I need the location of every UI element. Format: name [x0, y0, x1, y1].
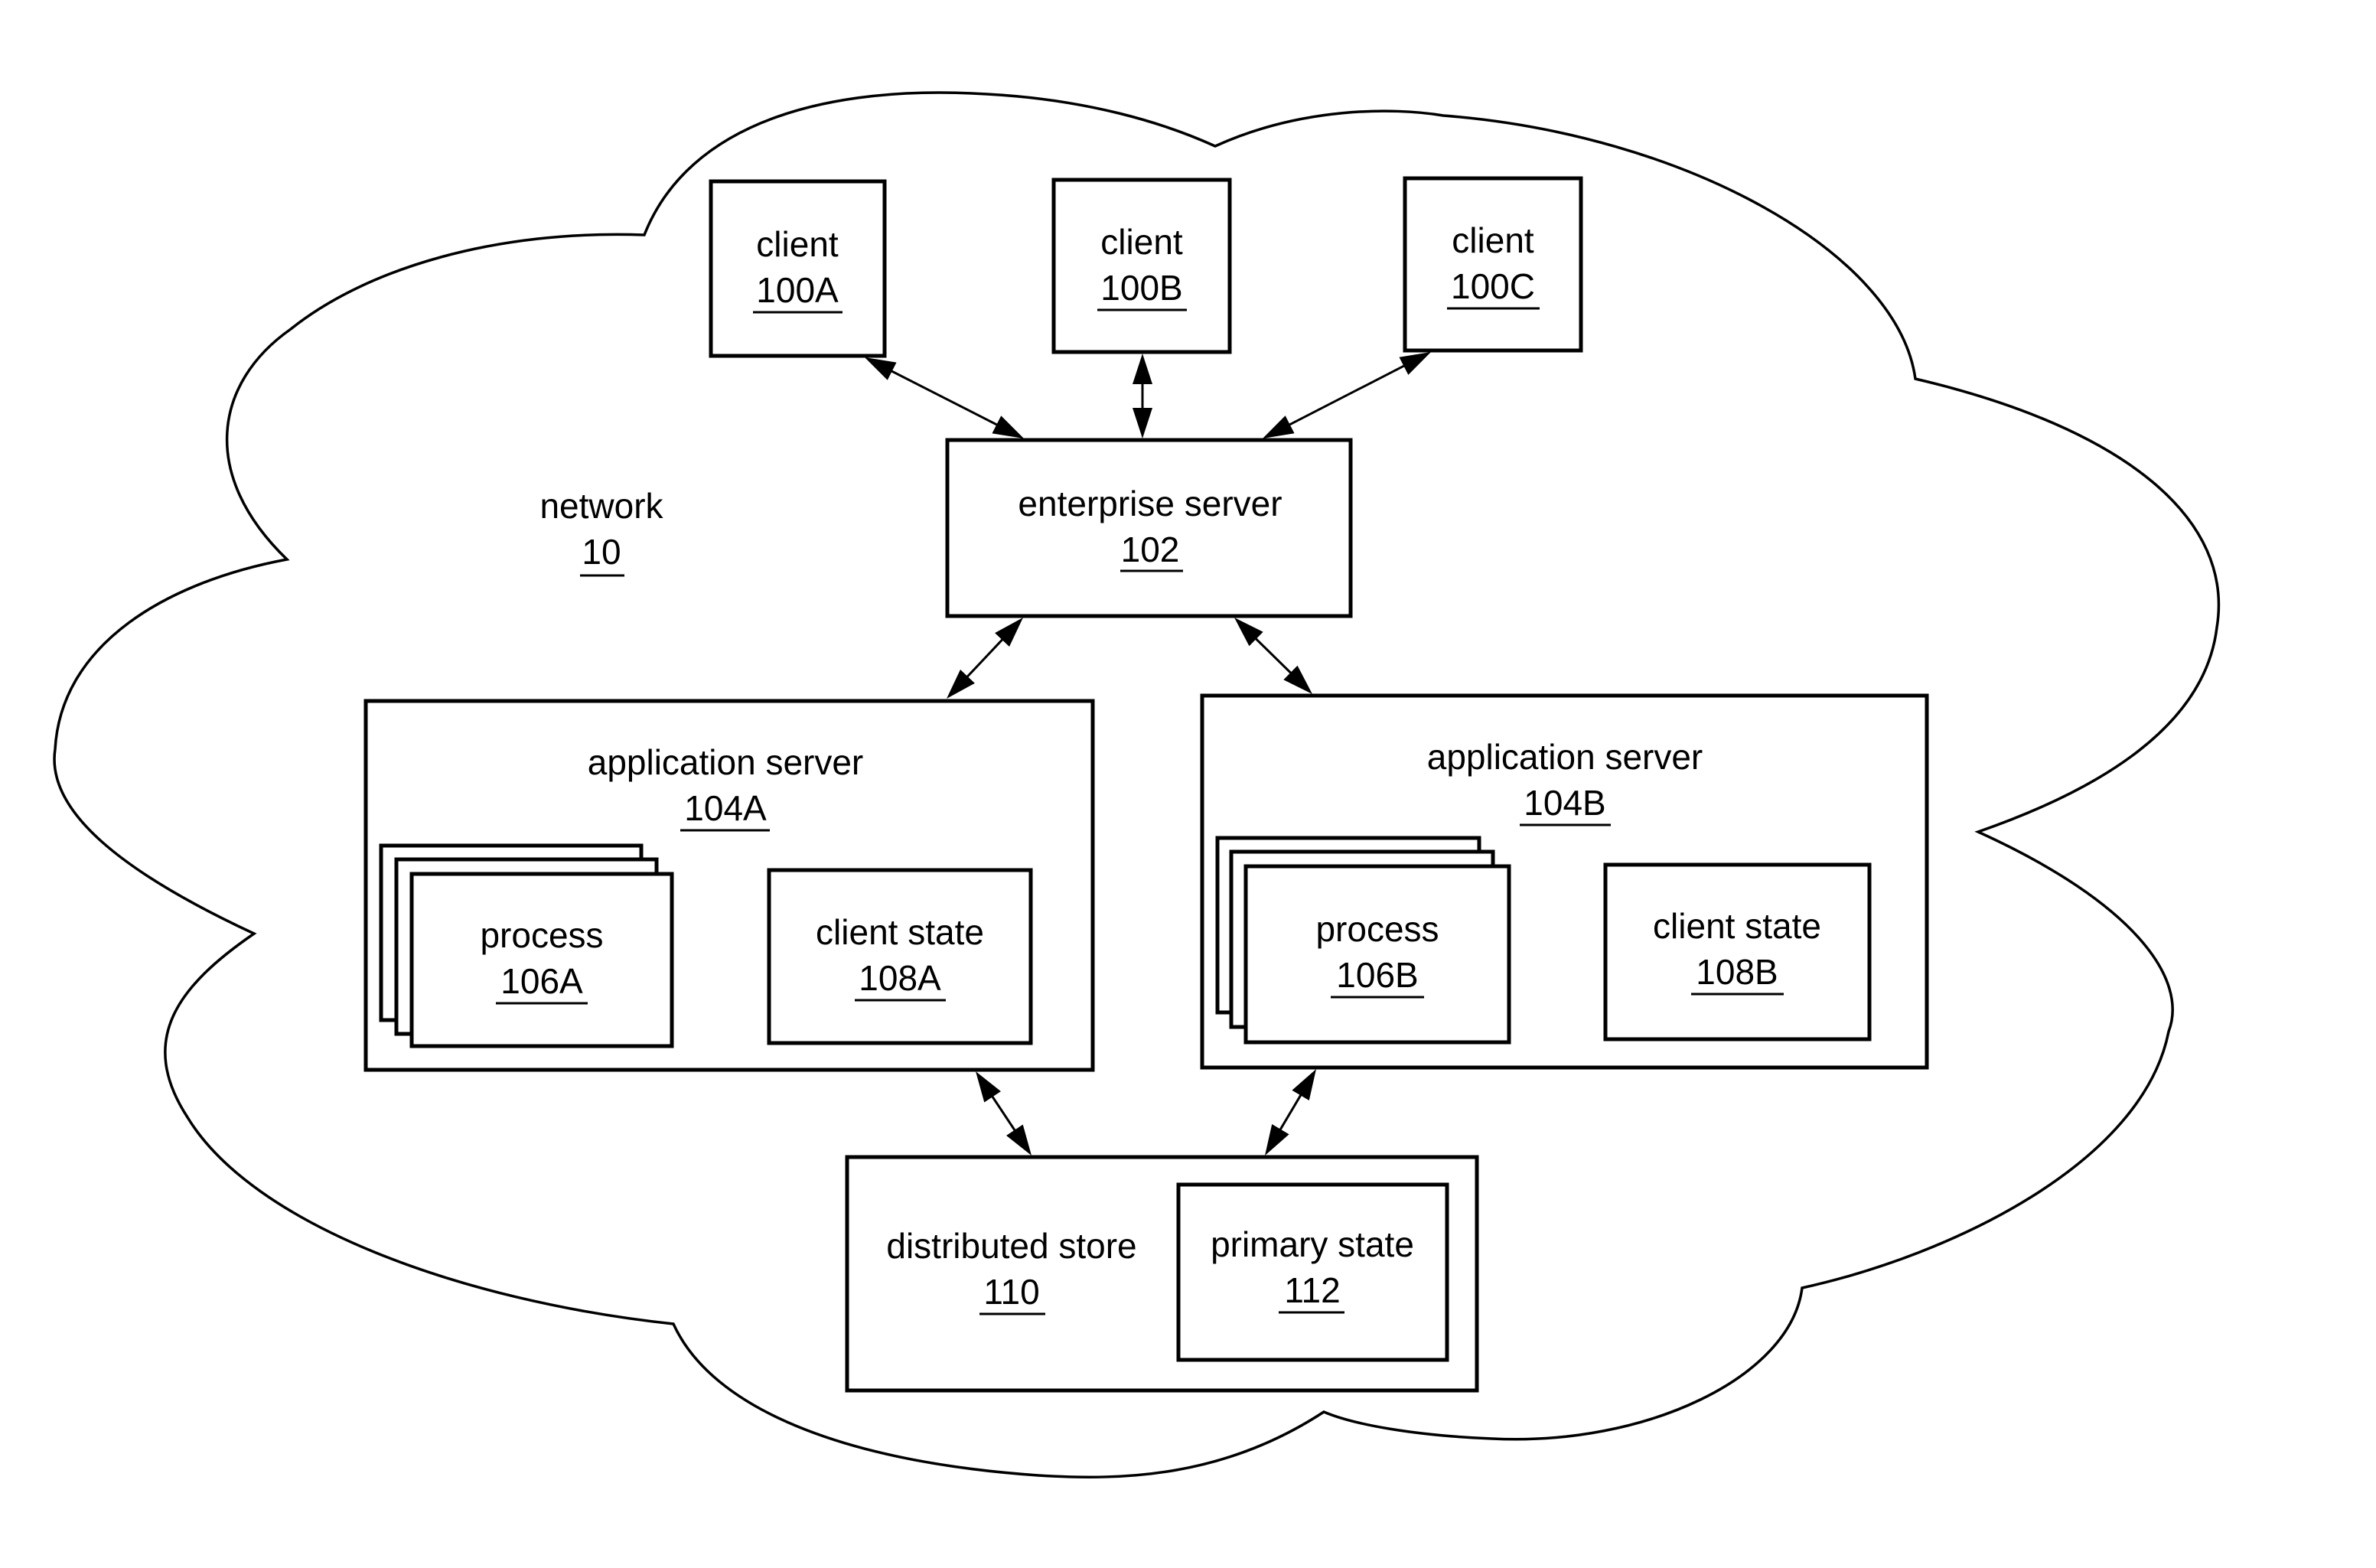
application-server-104b-ref: 104B: [1524, 783, 1605, 823]
distributed-store-ref: 110: [983, 1272, 1039, 1312]
primary-state-label: primary state: [1211, 1224, 1414, 1264]
client-state-108a-box[interactable]: [767, 868, 1033, 1045]
client-state-108b-ref: 108B: [1696, 952, 1778, 992]
client-state-108a-label: client state: [816, 912, 984, 952]
distributed-store-label: distributed store: [886, 1226, 1136, 1266]
client-100c-box[interactable]: [1403, 176, 1583, 353]
client-state-108b[interactable]: client state 108B: [1603, 862, 1872, 1042]
process-106a[interactable]: process 106A: [409, 872, 674, 1048]
enterprise-server-102[interactable]: enterprise server 102: [945, 438, 1353, 618]
client-100b-ref: 100B: [1100, 268, 1182, 308]
client-100b[interactable]: client 100B: [1051, 178, 1232, 354]
network-ref: 10: [582, 532, 621, 572]
client-100a[interactable]: client 100A: [709, 179, 887, 358]
client-100a-label: client: [756, 224, 839, 264]
network-label: network: [539, 486, 663, 526]
process-106a-box[interactable]: [409, 872, 674, 1048]
application-server-104b[interactable]: application server 104B process 106B cli…: [1200, 693, 1929, 1070]
primary-state-112[interactable]: primary state 112: [1176, 1182, 1449, 1362]
client-state-108b-label: client state: [1653, 906, 1821, 946]
process-106b-label: process: [1315, 909, 1439, 949]
client-state-108a-ref: 108A: [859, 958, 941, 998]
application-server-104a-label: application server: [588, 742, 864, 782]
enterprise-server-box[interactable]: [945, 438, 1353, 618]
client-100c-label: client: [1452, 220, 1534, 260]
client-100a-ref: 100A: [756, 270, 839, 310]
client-state-108a[interactable]: client state 108A: [767, 868, 1033, 1045]
process-106b[interactable]: process 106B: [1243, 864, 1511, 1045]
process-106b-box[interactable]: [1243, 864, 1511, 1045]
application-server-104b-label: application server: [1427, 737, 1703, 777]
client-100b-box[interactable]: [1051, 178, 1232, 354]
enterprise-server-ref: 102: [1121, 530, 1180, 569]
distributed-store-110[interactable]: distributed store 110 primary state 112: [845, 1155, 1479, 1393]
enterprise-server-label: enterprise server: [1018, 484, 1282, 523]
network-diagram: network 10 client 100A client 100B clien…: [53, 91, 2221, 1478]
process-106a-label: process: [480, 915, 603, 955]
application-server-104a-ref: 104A: [684, 788, 767, 828]
client-100b-label: client: [1100, 222, 1183, 262]
process-106a-ref: 106A: [500, 961, 583, 1001]
client-100a-box[interactable]: [709, 179, 887, 358]
client-100c[interactable]: client 100C: [1403, 176, 1583, 353]
process-106b-ref: 106B: [1336, 955, 1418, 995]
primary-state-ref: 112: [1284, 1270, 1340, 1310]
client-100c-ref: 100C: [1451, 266, 1535, 306]
application-server-104a[interactable]: application server 104A process 106A cli…: [363, 699, 1095, 1072]
